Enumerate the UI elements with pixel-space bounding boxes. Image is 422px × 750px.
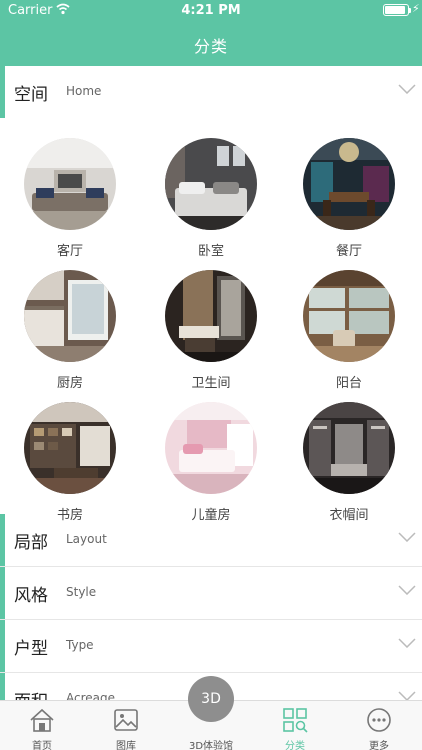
tab-label: 分类 [285,741,305,750]
chevron-down-icon [398,638,416,648]
dining-room-photo [303,138,395,230]
section-indicator [0,514,5,566]
section-type[interactable]: 户型 Type [0,620,422,672]
tab-category[interactable]: 分类 [253,701,337,750]
category-dining-room[interactable]: 餐厅 [289,138,409,266]
bedroom-photo [165,138,257,230]
tab-label: 3D体验馆 [188,741,234,750]
section-indicator [0,620,5,672]
section-title: 局部 [14,533,48,553]
section-layout[interactable]: 局部 Layout [0,514,422,566]
chevron-down-icon [398,585,416,595]
section-title: 空间 [14,85,48,105]
section-subtitle: Style [66,585,97,599]
battery-icon [383,4,409,16]
section-title: 户型 [14,639,48,659]
home-icon [30,708,54,732]
category-balcony[interactable]: 阳台 [289,270,409,398]
category-label: 卧室 [197,244,224,259]
image-icon [114,709,138,731]
category-kitchen[interactable]: 厨房 [10,270,130,398]
tab-gallery[interactable]: 图库 [84,701,168,750]
tab-home[interactable]: 首页 [0,701,84,750]
category-closet[interactable]: 衣帽间 [289,402,409,530]
chevron-down-icon [398,532,416,542]
tab-label: 更多 [369,741,389,750]
study-photo [24,402,116,494]
category-kids-room[interactable]: 儿童房 [151,402,271,530]
charging-icon: ⚡ [412,2,420,15]
category-bedroom[interactable]: 卧室 [151,138,271,266]
section-subtitle: Layout [66,532,107,546]
section-subtitle: Type [66,638,94,652]
3d-experience-button[interactable]: 3D [188,676,234,722]
section-style[interactable]: 风格 Style [0,567,422,619]
section-home[interactable]: 空间 Home [0,66,422,118]
kids-room-photo [165,402,257,494]
chevron-down-icon [398,84,416,94]
page-title: 分类 [193,37,228,56]
category-label: 厨房 [56,376,83,391]
status-bar: Carrier 4:21 PM ⚡ [0,0,422,22]
category-label: 卫生间 [191,376,231,391]
category-label: 客厅 [56,244,83,259]
tab-label: 首页 [32,741,52,750]
kitchen-photo [24,270,116,362]
category-label: 餐厅 [335,244,362,259]
section-indicator [0,567,5,619]
balcony-photo [303,270,395,362]
living-room-photo [24,138,116,230]
grid-search-icon [283,708,308,733]
battery-cap [409,8,411,13]
tab-label: 图库 [116,741,136,750]
category-living-room[interactable]: 客厅 [10,138,130,266]
tab-more[interactable]: 更多 [337,701,421,750]
section-title: 风格 [14,586,48,606]
section-active-indicator [0,66,5,118]
category-label: 阳台 [335,376,362,391]
nav-header: Carrier 4:21 PM ⚡ 分类 [0,0,422,66]
more-icon [367,708,391,732]
closet-photo [303,402,395,494]
category-study[interactable]: 书房 [10,402,130,530]
section-subtitle: Home [66,84,102,98]
clock: 4:21 PM [181,3,241,18]
category-bathroom[interactable]: 卫生间 [151,270,271,398]
bathroom-photo [165,270,257,362]
